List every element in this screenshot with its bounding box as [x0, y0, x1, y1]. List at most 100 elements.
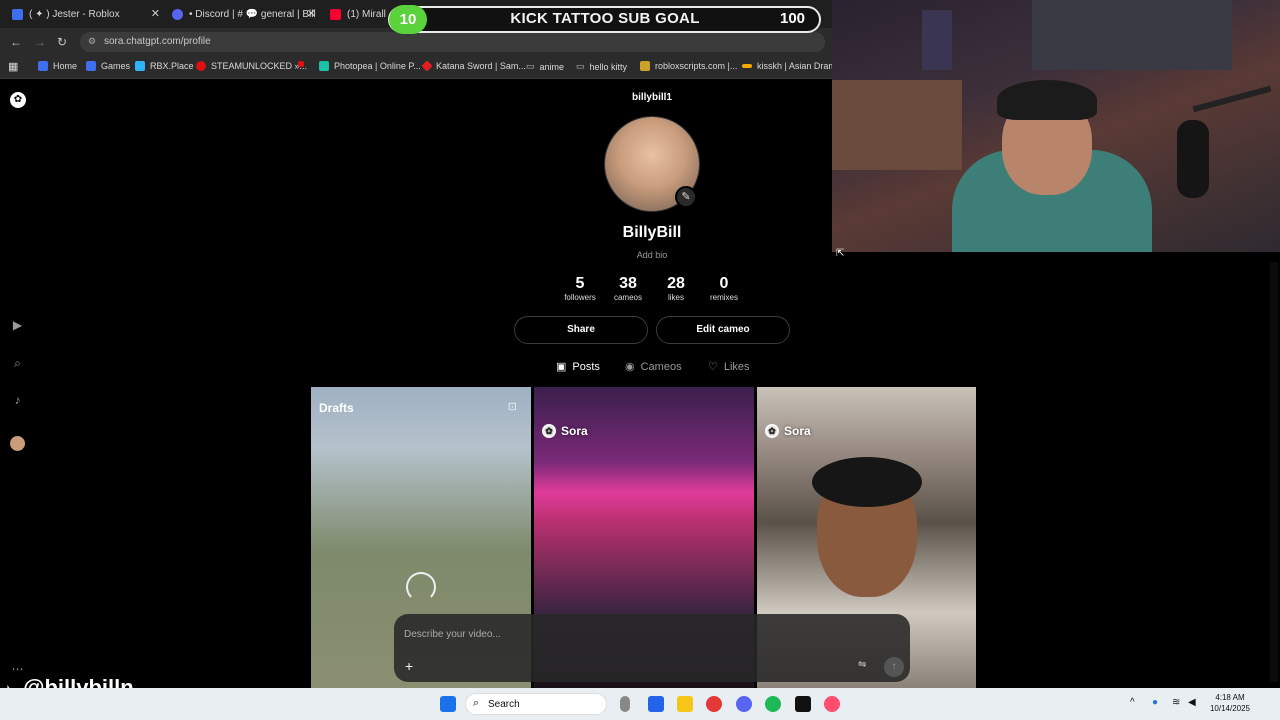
taskbar-search[interactable]: ⌕ Search [465, 693, 607, 715]
bookmark-kisskh[interactable]: kisskh | Asian Dram... [742, 61, 843, 71]
close-tab-icon[interactable]: ✕ [307, 7, 316, 20]
tab-title: (1) Mirall [347, 8, 386, 20]
file-explorer-icon[interactable] [677, 696, 693, 712]
bookmark-katana[interactable]: Katana Sword | Sam... [421, 60, 526, 72]
heart-icon: ♡ [708, 361, 718, 373]
chrome-icon[interactable] [706, 696, 722, 712]
person-hair [997, 80, 1097, 120]
edit-avatar-icon[interactable]: ✎ [675, 186, 697, 208]
volume-icon[interactable]: ◀ [1188, 697, 1196, 708]
bookmark-label: kisskh | Asian Dram... [757, 61, 844, 71]
time: 4:18 AM [1215, 693, 1245, 702]
bookmark-label: robloxscripts.com |... [655, 61, 738, 71]
bookmark-label: hello kitty [589, 61, 628, 72]
profile-avatar-icon[interactable] [10, 436, 25, 451]
edit-cameo-button[interactable]: Edit cameo [656, 316, 790, 344]
tab-cameos[interactable]: ◉ Cameos [625, 360, 682, 374]
sora-logo-icon[interactable]: ✿ [10, 92, 26, 108]
bookmark-label: anime [539, 61, 565, 72]
add-bio-link[interactable]: Add bio [552, 250, 752, 260]
stat-followers[interactable]: 5 followers [560, 275, 600, 302]
youtube-favicon-icon [330, 8, 341, 20]
tab-label: Cameos [640, 360, 682, 373]
user-circle-icon: ◉ [625, 361, 635, 373]
bookmark-photopea[interactable]: Photopea | Online P... [319, 61, 421, 71]
bookmark-label: Games [101, 61, 131, 71]
tab-roblox[interactable]: ( ✦ ) Jester - Roblox ✕ [12, 4, 162, 24]
scrollbar[interactable] [1270, 262, 1278, 682]
app-icon[interactable] [795, 696, 811, 712]
apps-grid-icon[interactable]: ▦ [8, 60, 18, 73]
window-frame [1032, 0, 1232, 70]
chair-back [832, 80, 962, 170]
stat-value: 0 [719, 275, 729, 292]
submit-arrow-icon[interactable]: ↑ [884, 657, 904, 677]
site-info-icon[interactable]: ⚙ [88, 36, 96, 47]
tab-label: Likes [723, 360, 750, 373]
stat-cameos[interactable]: 38 cameos [608, 275, 648, 302]
stat-label: remixes [709, 293, 738, 302]
play-square-icon: ▣ [556, 361, 567, 373]
sora-badge: ✿ Sora [765, 424, 811, 438]
tab-label: Posts [572, 360, 600, 373]
bookmark-games[interactable]: Games [86, 61, 130, 71]
store-icon[interactable] [648, 696, 664, 712]
play-icon[interactable]: ▶ [10, 318, 25, 333]
prompt-composer: Describe your video... + ⇋ ↑ [394, 614, 910, 682]
roblox-favicon-icon [12, 8, 23, 20]
folder-icon: ▭ [576, 61, 585, 71]
bookmarks-bar: ▦ Home Games RBX.Place STEAMUNLOCKED »..… [0, 55, 843, 79]
spotify-icon[interactable] [765, 696, 781, 712]
share-button[interactable]: Share [514, 316, 648, 344]
wall-poster [922, 10, 952, 70]
wifi-icon[interactable]: ≋ [1172, 697, 1180, 708]
stat-likes[interactable]: 28 likes [656, 275, 696, 302]
windows-start-icon[interactable] [440, 696, 456, 712]
back-arrow-icon[interactable]: ← [10, 35, 22, 49]
clock[interactable]: 4:18 AM 10/14/2025 [1205, 692, 1255, 714]
search-label: Search [488, 699, 520, 710]
tab-youtube[interactable]: (1) Mirall [330, 4, 390, 24]
bookmark-folder-anime[interactable]: ▭ anime [526, 61, 564, 72]
folder-icon: ▭ [526, 61, 535, 71]
goal-target-count: 100 [780, 10, 806, 27]
bell-icon[interactable]: ♪ [10, 393, 25, 408]
prompt-input[interactable]: Describe your video... [404, 629, 501, 640]
bookmark-home[interactable]: Home [38, 61, 77, 71]
sora-logo-icon: ✿ [765, 424, 779, 438]
stat-remixes[interactable]: 0 remixes [704, 275, 744, 302]
discord-favicon-icon [172, 8, 183, 20]
discord-icon[interactable] [736, 696, 752, 712]
reload-icon[interactable]: ↻ [57, 35, 67, 49]
stat-value: 38 [619, 275, 637, 292]
bookmark-folder-hello-kitty[interactable]: ▭ hello kitty [576, 61, 627, 72]
add-icon[interactable]: + [405, 658, 413, 674]
stat-value: 28 [667, 275, 685, 292]
bookmark-robloxscripts[interactable]: robloxscripts.com |... [640, 61, 737, 71]
tab-title: • Discord | # 💬 general | Bill As [189, 8, 318, 20]
tile-label-text: Sora [784, 424, 811, 438]
tile-label: Drafts [319, 401, 354, 415]
forward-arrow-icon[interactable]: → [34, 35, 46, 49]
bookmark-pinned-icon[interactable] [298, 61, 309, 67]
settings-sliders-icon[interactable]: ⇋ [858, 659, 866, 670]
tab-discord[interactable]: • Discord | # 💬 general | Bill As ✕ [172, 4, 318, 24]
search-icon[interactable]: ⌕ [10, 356, 25, 371]
bookmark-label: Photopea | Online P... [334, 61, 421, 71]
bookmark-rbx-place[interactable]: RBX.Place [135, 61, 194, 71]
opera-icon[interactable] [824, 696, 840, 712]
close-tab-icon[interactable]: ✕ [151, 7, 160, 20]
tab-posts[interactable]: ▣ Posts [556, 360, 600, 374]
bookmark-label: RBX.Place [150, 61, 194, 71]
chevron-up-icon[interactable]: ^ [1130, 697, 1135, 708]
bookmark-steamunlocked[interactable]: STEAMUNLOCKED »... [196, 61, 307, 71]
tab-likes[interactable]: ♡ Likes [708, 360, 750, 374]
webcam-feed [832, 0, 1280, 252]
microphone-icon[interactable]: ● [1152, 697, 1158, 708]
sora-badge: ✿ Sora [542, 424, 588, 438]
search-icon: ⌕ [473, 697, 480, 709]
copilot-icon[interactable] [620, 696, 630, 712]
microphone [1177, 120, 1209, 198]
sora-logo-icon: ✿ [542, 424, 556, 438]
address-bar[interactable]: ⚙ sora.chatgpt.com/profile [80, 32, 825, 52]
